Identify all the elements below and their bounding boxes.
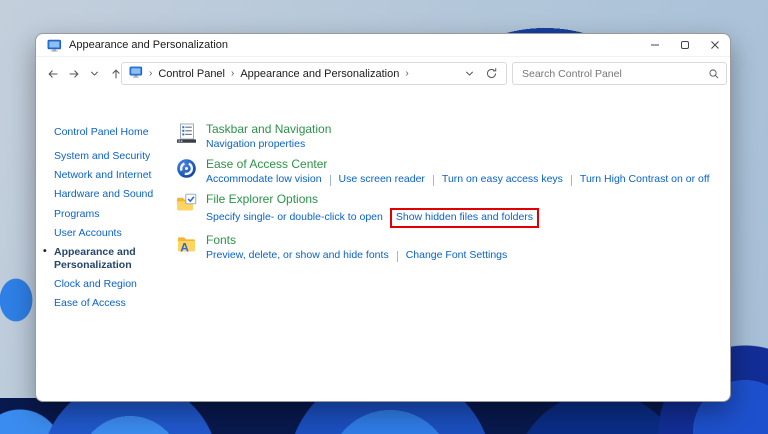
section-fonts: A Fonts Preview, delete, or show and hid…	[176, 233, 722, 263]
breadcrumb-separator: ›	[149, 68, 152, 79]
control-panel-icon	[129, 65, 143, 82]
address-dropdown-button[interactable]	[458, 63, 480, 84]
section-ease-of-access-center: Ease of Access Center Accommodate low vi…	[176, 157, 722, 187]
close-button[interactable]	[700, 34, 730, 56]
svg-text:A: A	[180, 241, 189, 255]
control-panel-icon	[46, 37, 62, 53]
refresh-icon	[485, 67, 498, 80]
ease-of-access-icon	[176, 158, 197, 179]
window-controls	[640, 34, 730, 56]
breadcrumb-separator: ›	[405, 68, 408, 79]
sidebar-item-clock-and-region[interactable]: Clock and Region	[54, 278, 179, 291]
highlight-box: Show hidden files and folders	[390, 208, 539, 228]
sidebar-item-label: Appearance and Personalization	[54, 246, 136, 271]
sidebar-item-system-and-security[interactable]: System and Security	[54, 150, 179, 163]
link-specify-single-or-double-click-to-open[interactable]: Specify single- or double-click to open	[206, 211, 383, 225]
search-box	[512, 62, 727, 85]
forward-button[interactable]	[63, 63, 84, 85]
sidebar-item-appearance-and-personalization: • Appearance and Personalization	[54, 246, 179, 272]
sidebar-item-ease-of-access[interactable]: Ease of Access	[54, 297, 179, 310]
section-title-file-explorer-options[interactable]: File Explorer Options	[206, 192, 539, 206]
chevron-down-icon	[464, 68, 475, 79]
close-icon	[710, 40, 720, 50]
minimize-icon	[650, 40, 660, 50]
control-panel-window: Appearance and Personalization	[35, 33, 731, 402]
link-preview-delete-or-show-and-hide-fonts[interactable]: Preview, delete, or show and hide fonts	[206, 249, 389, 263]
link-divider	[433, 175, 434, 186]
section-title-taskbar-and-navigation[interactable]: Taskbar and Navigation	[206, 122, 331, 136]
section-taskbar-and-navigation: Taskbar and Navigation Navigation proper…	[176, 122, 722, 152]
section-body: Fonts Preview, delete, or show and hide …	[206, 233, 507, 263]
sidebar-item-user-accounts[interactable]: User Accounts	[54, 227, 179, 240]
section-title-fonts[interactable]: Fonts	[206, 233, 507, 247]
link-turn-on-easy-access-keys[interactable]: Turn on easy access keys	[442, 173, 563, 187]
section-body: File Explorer Options Specify single- or…	[206, 192, 539, 228]
minimize-button[interactable]	[640, 34, 670, 56]
chevron-down-icon	[89, 68, 100, 79]
sidebar-item-network-and-internet[interactable]: Network and Internet	[54, 169, 179, 182]
maximize-button[interactable]	[670, 34, 700, 56]
selected-bullet: •	[43, 245, 47, 258]
link-change-font-settings[interactable]: Change Font Settings	[406, 249, 508, 263]
taskbar-icon	[176, 123, 197, 144]
link-navigation-properties[interactable]: Navigation properties	[206, 138, 305, 152]
breadcrumb-separator: ›	[231, 68, 234, 79]
section-body: Ease of Access Center Accommodate low vi…	[206, 157, 710, 187]
sidebar-item-hardware-and-sound[interactable]: Hardware and Sound	[54, 188, 179, 201]
breadcrumb-appearance-and-personalization[interactable]: Appearance and Personalization	[240, 68, 399, 80]
section-file-explorer-options: File Explorer Options Specify single- or…	[176, 192, 722, 228]
window-title: Appearance and Personalization	[69, 39, 640, 51]
maximize-icon	[680, 40, 690, 50]
link-divider	[571, 175, 572, 186]
title-bar: Appearance and Personalization	[36, 34, 730, 57]
back-button[interactable]	[42, 63, 63, 85]
forward-icon	[67, 67, 81, 81]
sidebar-item-control-panel-home[interactable]: Control Panel Home	[54, 126, 179, 139]
navigation-toolbar: › Control Panel › Appearance and Persona…	[36, 57, 730, 90]
main-content: Taskbar and Navigation Navigation proper…	[176, 122, 722, 268]
link-accommodate-low-vision[interactable]: Accommodate low vision	[206, 173, 322, 187]
recent-pages-button[interactable]	[84, 63, 105, 85]
fonts-icon: A	[176, 234, 197, 255]
section-body: Taskbar and Navigation Navigation proper…	[206, 122, 331, 152]
link-show-hidden-files-and-folders[interactable]: Show hidden files and folders	[396, 211, 533, 223]
section-title-ease-of-access-center[interactable]: Ease of Access Center	[206, 157, 710, 171]
link-divider	[397, 251, 398, 262]
search-input[interactable]	[522, 68, 708, 80]
back-icon	[46, 67, 60, 81]
desktop: Appearance and Personalization	[0, 0, 768, 434]
file-explorer-options-icon	[176, 193, 197, 214]
sidebar-item-programs[interactable]: Programs	[54, 208, 179, 221]
refresh-button[interactable]	[480, 63, 502, 84]
link-turn-high-contrast-on-or-off[interactable]: Turn High Contrast on or off	[580, 173, 710, 187]
address-bar[interactable]: › Control Panel › Appearance and Persona…	[121, 62, 507, 85]
link-divider	[330, 175, 331, 186]
nav-buttons	[42, 57, 126, 90]
link-use-screen-reader[interactable]: Use screen reader	[339, 173, 425, 187]
sidebar: Control Panel Home System and Security N…	[54, 126, 179, 316]
search-icon[interactable]	[708, 68, 720, 80]
breadcrumb-control-panel[interactable]: Control Panel	[158, 68, 225, 80]
